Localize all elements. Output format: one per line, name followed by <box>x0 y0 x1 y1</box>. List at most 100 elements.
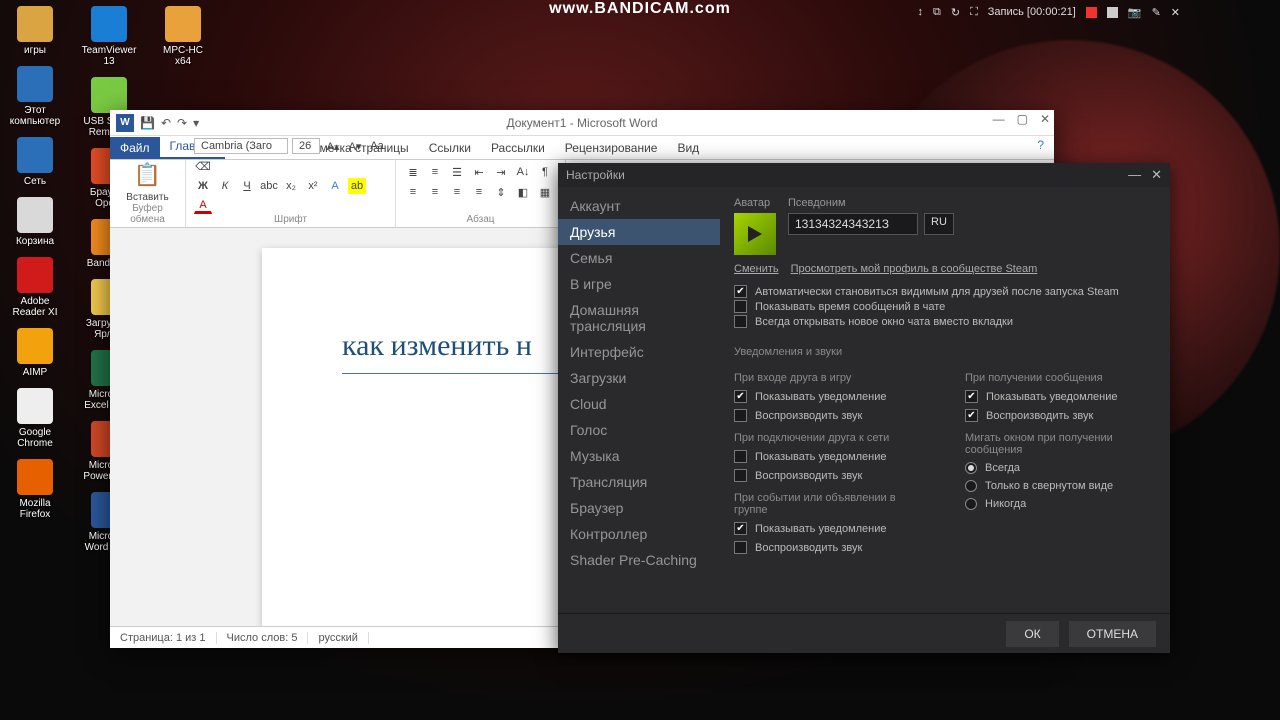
superscript-button[interactable]: x² <box>304 178 322 194</box>
bandicam-copy-icon[interactable]: ⧉ <box>933 6 941 19</box>
desktop-icon[interactable]: MPC-HC x64 <box>154 6 212 67</box>
desktop-icon[interactable]: Сеть <box>6 137 64 187</box>
change-link[interactable]: Сменить <box>734 263 779 275</box>
change-case-button[interactable]: Aa <box>368 138 386 154</box>
checkbox[interactable] <box>734 541 747 554</box>
steam-nav-item[interactable]: Домашняя трансляция <box>558 297 720 339</box>
ok-button[interactable]: ОК <box>1006 621 1058 647</box>
steam-nav-item[interactable]: Музыка <box>558 443 720 469</box>
steam-nav-item[interactable]: Аккаунт <box>558 193 720 219</box>
qat-undo-icon[interactable]: ↶ <box>161 116 171 130</box>
qat-dropdown-icon[interactable]: ▾ <box>193 116 199 130</box>
steam-nav-item[interactable]: Семья <box>558 245 720 271</box>
checkbox[interactable] <box>734 300 747 313</box>
font-size-select[interactable]: 26 <box>292 138 320 154</box>
steam-close-button[interactable]: ✕ <box>1151 167 1162 183</box>
desktop-icon[interactable]: игры <box>6 6 64 56</box>
radio[interactable] <box>965 498 977 510</box>
bullets-button[interactable]: ≣ <box>404 164 422 180</box>
bandicam-stop-icon[interactable] <box>1107 7 1118 18</box>
sort-button[interactable]: A↓ <box>514 164 532 180</box>
word-tab[interactable]: Рассылки <box>481 137 555 159</box>
bandicam-camera-icon[interactable]: 📷 <box>1128 6 1142 19</box>
steam-nav-item[interactable]: Интерфейс <box>558 339 720 365</box>
align-right-button[interactable]: ≡ <box>448 184 466 200</box>
strike-button[interactable]: abc <box>260 178 278 194</box>
desktop-icon[interactable]: Google Chrome <box>6 388 64 449</box>
steam-nav-item[interactable]: Друзья <box>558 219 720 245</box>
checkbox[interactable] <box>734 315 747 328</box>
steam-nav-item[interactable]: Трансляция <box>558 469 720 495</box>
cancel-button[interactable]: ОТМЕНА <box>1069 621 1156 647</box>
qat-save-icon[interactable]: 💾 <box>140 116 155 130</box>
align-left-button[interactable]: ≡ <box>404 184 422 200</box>
show-marks-button[interactable]: ¶ <box>536 164 554 180</box>
font-name-select[interactable]: Cambria (Заго <box>194 138 288 154</box>
word-help-icon[interactable]: ? <box>1037 138 1044 152</box>
checkbox[interactable] <box>734 285 747 298</box>
word-tab[interactable]: Вид <box>667 137 709 159</box>
bandicam-record-icon[interactable] <box>1086 7 1097 18</box>
desktop-icon[interactable]: AIMP <box>6 328 64 378</box>
desktop-icon[interactable]: Mozilla Firefox <box>6 459 64 520</box>
numbering-button[interactable]: ≡ <box>426 164 444 180</box>
bold-button[interactable]: Ж <box>194 178 212 194</box>
word-minimize-button[interactable]: — <box>993 112 1005 126</box>
avatar-image[interactable] <box>734 213 776 255</box>
profile-link[interactable]: Просмотреть мой профиль в сообществе Ste… <box>791 263 1038 275</box>
status-language[interactable]: русский <box>308 632 368 644</box>
multilevel-button[interactable]: ☰ <box>448 164 466 180</box>
language-badge[interactable]: RU <box>924 213 954 235</box>
paste-icon[interactable]: 📋 <box>134 162 161 188</box>
radio[interactable] <box>965 462 977 474</box>
bandicam-refresh-icon[interactable]: ↻ <box>951 6 960 19</box>
steam-nav-item[interactable]: Голос <box>558 417 720 443</box>
subscript-button[interactable]: x₂ <box>282 178 300 194</box>
desktop-icon[interactable]: TeamViewer 13 <box>80 6 138 67</box>
checkbox[interactable] <box>734 522 747 535</box>
dedent-button[interactable]: ⇤ <box>470 164 488 180</box>
steam-nav-item[interactable]: Браузер <box>558 495 720 521</box>
word-close-button[interactable]: ✕ <box>1040 112 1050 126</box>
underline-button[interactable]: Ч <box>238 178 256 194</box>
indent-button[interactable]: ⇥ <box>492 164 510 180</box>
clear-formatting-button[interactable]: ⌫ <box>194 158 212 174</box>
checkbox[interactable] <box>734 450 747 463</box>
checkbox[interactable] <box>734 390 747 403</box>
steam-nav-item[interactable]: Shader Pre-Caching <box>558 547 720 573</box>
paste-button[interactable]: Вставить <box>126 192 168 203</box>
word-tab[interactable]: Файл <box>110 137 160 159</box>
justify-button[interactable]: ≡ <box>470 184 488 200</box>
align-center-button[interactable]: ≡ <box>426 184 444 200</box>
steam-minimize-button[interactable]: — <box>1128 167 1141 183</box>
highlight-button[interactable]: ab <box>348 178 366 194</box>
word-tab[interactable]: Рецензирование <box>555 137 668 159</box>
steam-nav-item[interactable]: Cloud <box>558 391 720 417</box>
text-effects-button[interactable]: A <box>326 178 344 194</box>
word-maximize-button[interactable]: ▢ <box>1017 112 1028 126</box>
grow-font-button[interactable]: A▴ <box>324 138 342 154</box>
bandicam-close-icon[interactable]: ✕ <box>1171 6 1180 19</box>
nickname-input[interactable] <box>788 213 918 235</box>
desktop-icon[interactable]: Этот компьютер <box>6 66 64 127</box>
status-page[interactable]: Страница: 1 из 1 <box>110 632 217 644</box>
status-words[interactable]: Число слов: 5 <box>217 632 309 644</box>
qat-redo-icon[interactable]: ↷ <box>177 116 187 130</box>
shading-button[interactable]: ◧ <box>514 184 532 200</box>
desktop-icon[interactable]: Корзина <box>6 197 64 247</box>
bandicam-speed-icon[interactable]: ↕ <box>917 6 923 18</box>
steam-nav-item[interactable]: Контроллер <box>558 521 720 547</box>
desktop-icon[interactable]: Adobe Reader XI <box>6 257 64 318</box>
italic-button[interactable]: К <box>216 178 234 194</box>
checkbox[interactable] <box>734 469 747 482</box>
steam-nav-item[interactable]: В игре <box>558 271 720 297</box>
borders-button[interactable]: ▦ <box>536 184 554 200</box>
line-spacing-button[interactable]: ⇕ <box>492 184 510 200</box>
checkbox[interactable] <box>965 390 978 403</box>
bandicam-draw-icon[interactable]: ✎ <box>1152 6 1161 19</box>
shrink-font-button[interactable]: A▾ <box>346 138 364 154</box>
checkbox[interactable] <box>734 409 747 422</box>
radio[interactable] <box>965 480 977 492</box>
checkbox[interactable] <box>965 409 978 422</box>
steam-nav-item[interactable]: Загрузки <box>558 365 720 391</box>
